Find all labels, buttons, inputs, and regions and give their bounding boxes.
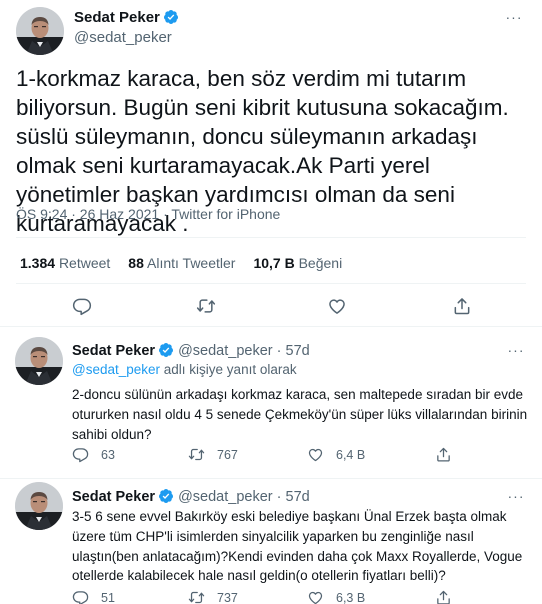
author-name[interactable]: Sedat Peker [72, 343, 155, 359]
replying-to-label: adlı kişiye yanıt olarak [163, 362, 297, 377]
dot-separator: · [276, 343, 282, 359]
verified-badge-icon [158, 488, 174, 504]
tweet-actions [0, 296, 542, 318]
like-count: 6,4 B [336, 447, 366, 462]
avatar[interactable] [16, 7, 64, 55]
like-button[interactable]: 6,3 B [307, 589, 365, 604]
profile-photo [16, 7, 64, 55]
reply-header: Sedat Peker @sedat_peker · 57d [72, 488, 310, 505]
reply-button[interactable]: 51 [72, 589, 115, 604]
share-icon[interactable] [452, 296, 472, 316]
author-name-text[interactable]: Sedat Peker [74, 9, 160, 26]
like-count: 6,3 B [336, 590, 366, 604]
dot-separator: · [276, 489, 282, 505]
reply-timestamp[interactable]: 57d [286, 343, 310, 359]
reply-tweet[interactable]: Sedat Peker @sedat_peker · 57d ··· @seda… [0, 327, 542, 479]
replying-to-link[interactable]: @sedat_peker [72, 362, 160, 377]
author-name[interactable]: Sedat Peker [74, 9, 179, 26]
profile-photo [15, 482, 63, 530]
divider [16, 237, 526, 238]
author-name[interactable]: Sedat Peker [72, 489, 155, 505]
retweet-stat[interactable]: 1.384 Retweet [20, 255, 128, 271]
like-icon [307, 589, 324, 604]
author-handle[interactable]: @sedat_peker [74, 29, 172, 46]
reply-timestamp[interactable]: 57d [286, 489, 310, 505]
profile-photo [15, 337, 63, 385]
retweet-button[interactable]: 767 [188, 446, 238, 463]
reply-count: 51 [101, 590, 115, 604]
reply-actions: 63 767 6,4 B [72, 446, 512, 464]
like-count: 10,7 B [253, 255, 295, 271]
reply-text: 3-5 6 sene evvel Bakırköy eski belediye … [72, 509, 523, 584]
like-stat[interactable]: 10,7 B Beğeni [253, 255, 360, 271]
share-icon [435, 589, 452, 604]
tweet-timestamp[interactable]: ÖS 9:24 · 26 Haz 2021 · Twitter for iPho… [16, 206, 280, 222]
more-options-icon[interactable]: ··· [506, 343, 526, 363]
reply-icon[interactable] [72, 296, 92, 316]
reply-icon [72, 589, 89, 604]
more-options-icon[interactable]: ··· [506, 489, 526, 509]
main-tweet: Sedat Peker @sedat_peker ··· 1-korkmaz k… [0, 0, 542, 327]
retweet-icon [188, 589, 205, 604]
retweet-label: Retweet [58, 255, 111, 271]
verified-badge-icon [158, 342, 174, 358]
tweet-stats: 1.384 Retweet 88 Alıntı Tweetler 10,7 B Be… [20, 255, 360, 271]
like-icon[interactable] [327, 296, 347, 316]
like-icon [307, 446, 324, 463]
divider [16, 283, 526, 284]
retweet-icon [188, 446, 205, 463]
share-icon [435, 446, 452, 463]
retweet-button[interactable]: 737 [188, 589, 238, 604]
reply-icon [72, 446, 89, 463]
more-options-icon[interactable]: ··· [504, 10, 524, 30]
retweet-icon[interactable] [196, 296, 216, 316]
like-label: Beğeni [298, 255, 343, 271]
reply-actions: 51 737 6,3 B [72, 589, 512, 604]
like-button[interactable]: 6,4 B [307, 446, 365, 463]
replying-to: @sedat_peker adlı kişiye yanıt olarak [72, 362, 297, 377]
reply-header: Sedat Peker @sedat_peker · 57d [72, 342, 310, 359]
quote-stat[interactable]: 88 Alıntı Tweetler [128, 255, 253, 271]
reply-button[interactable]: 63 [72, 446, 115, 463]
share-button[interactable] [435, 446, 464, 463]
avatar[interactable] [15, 337, 63, 385]
share-button[interactable] [435, 589, 464, 604]
quote-count: 88 [128, 255, 144, 271]
retweet-count: 737 [217, 590, 238, 604]
verified-badge-icon [163, 9, 179, 25]
reply-text: 2-doncu sülünün arkadaşı korkmaz karaca,… [72, 387, 528, 442]
reply-tweet[interactable]: Sedat Peker @sedat_peker · 57d ··· 3-5 6… [0, 479, 542, 604]
avatar[interactable] [15, 482, 63, 530]
retweet-count: 1.384 [20, 255, 56, 271]
retweet-count: 767 [217, 447, 238, 462]
reply-count: 63 [101, 447, 115, 462]
author-handle[interactable]: @sedat_peker [178, 489, 273, 505]
author-handle[interactable]: @sedat_peker [178, 343, 273, 359]
quote-label: Alıntı Tweetler [147, 255, 236, 271]
